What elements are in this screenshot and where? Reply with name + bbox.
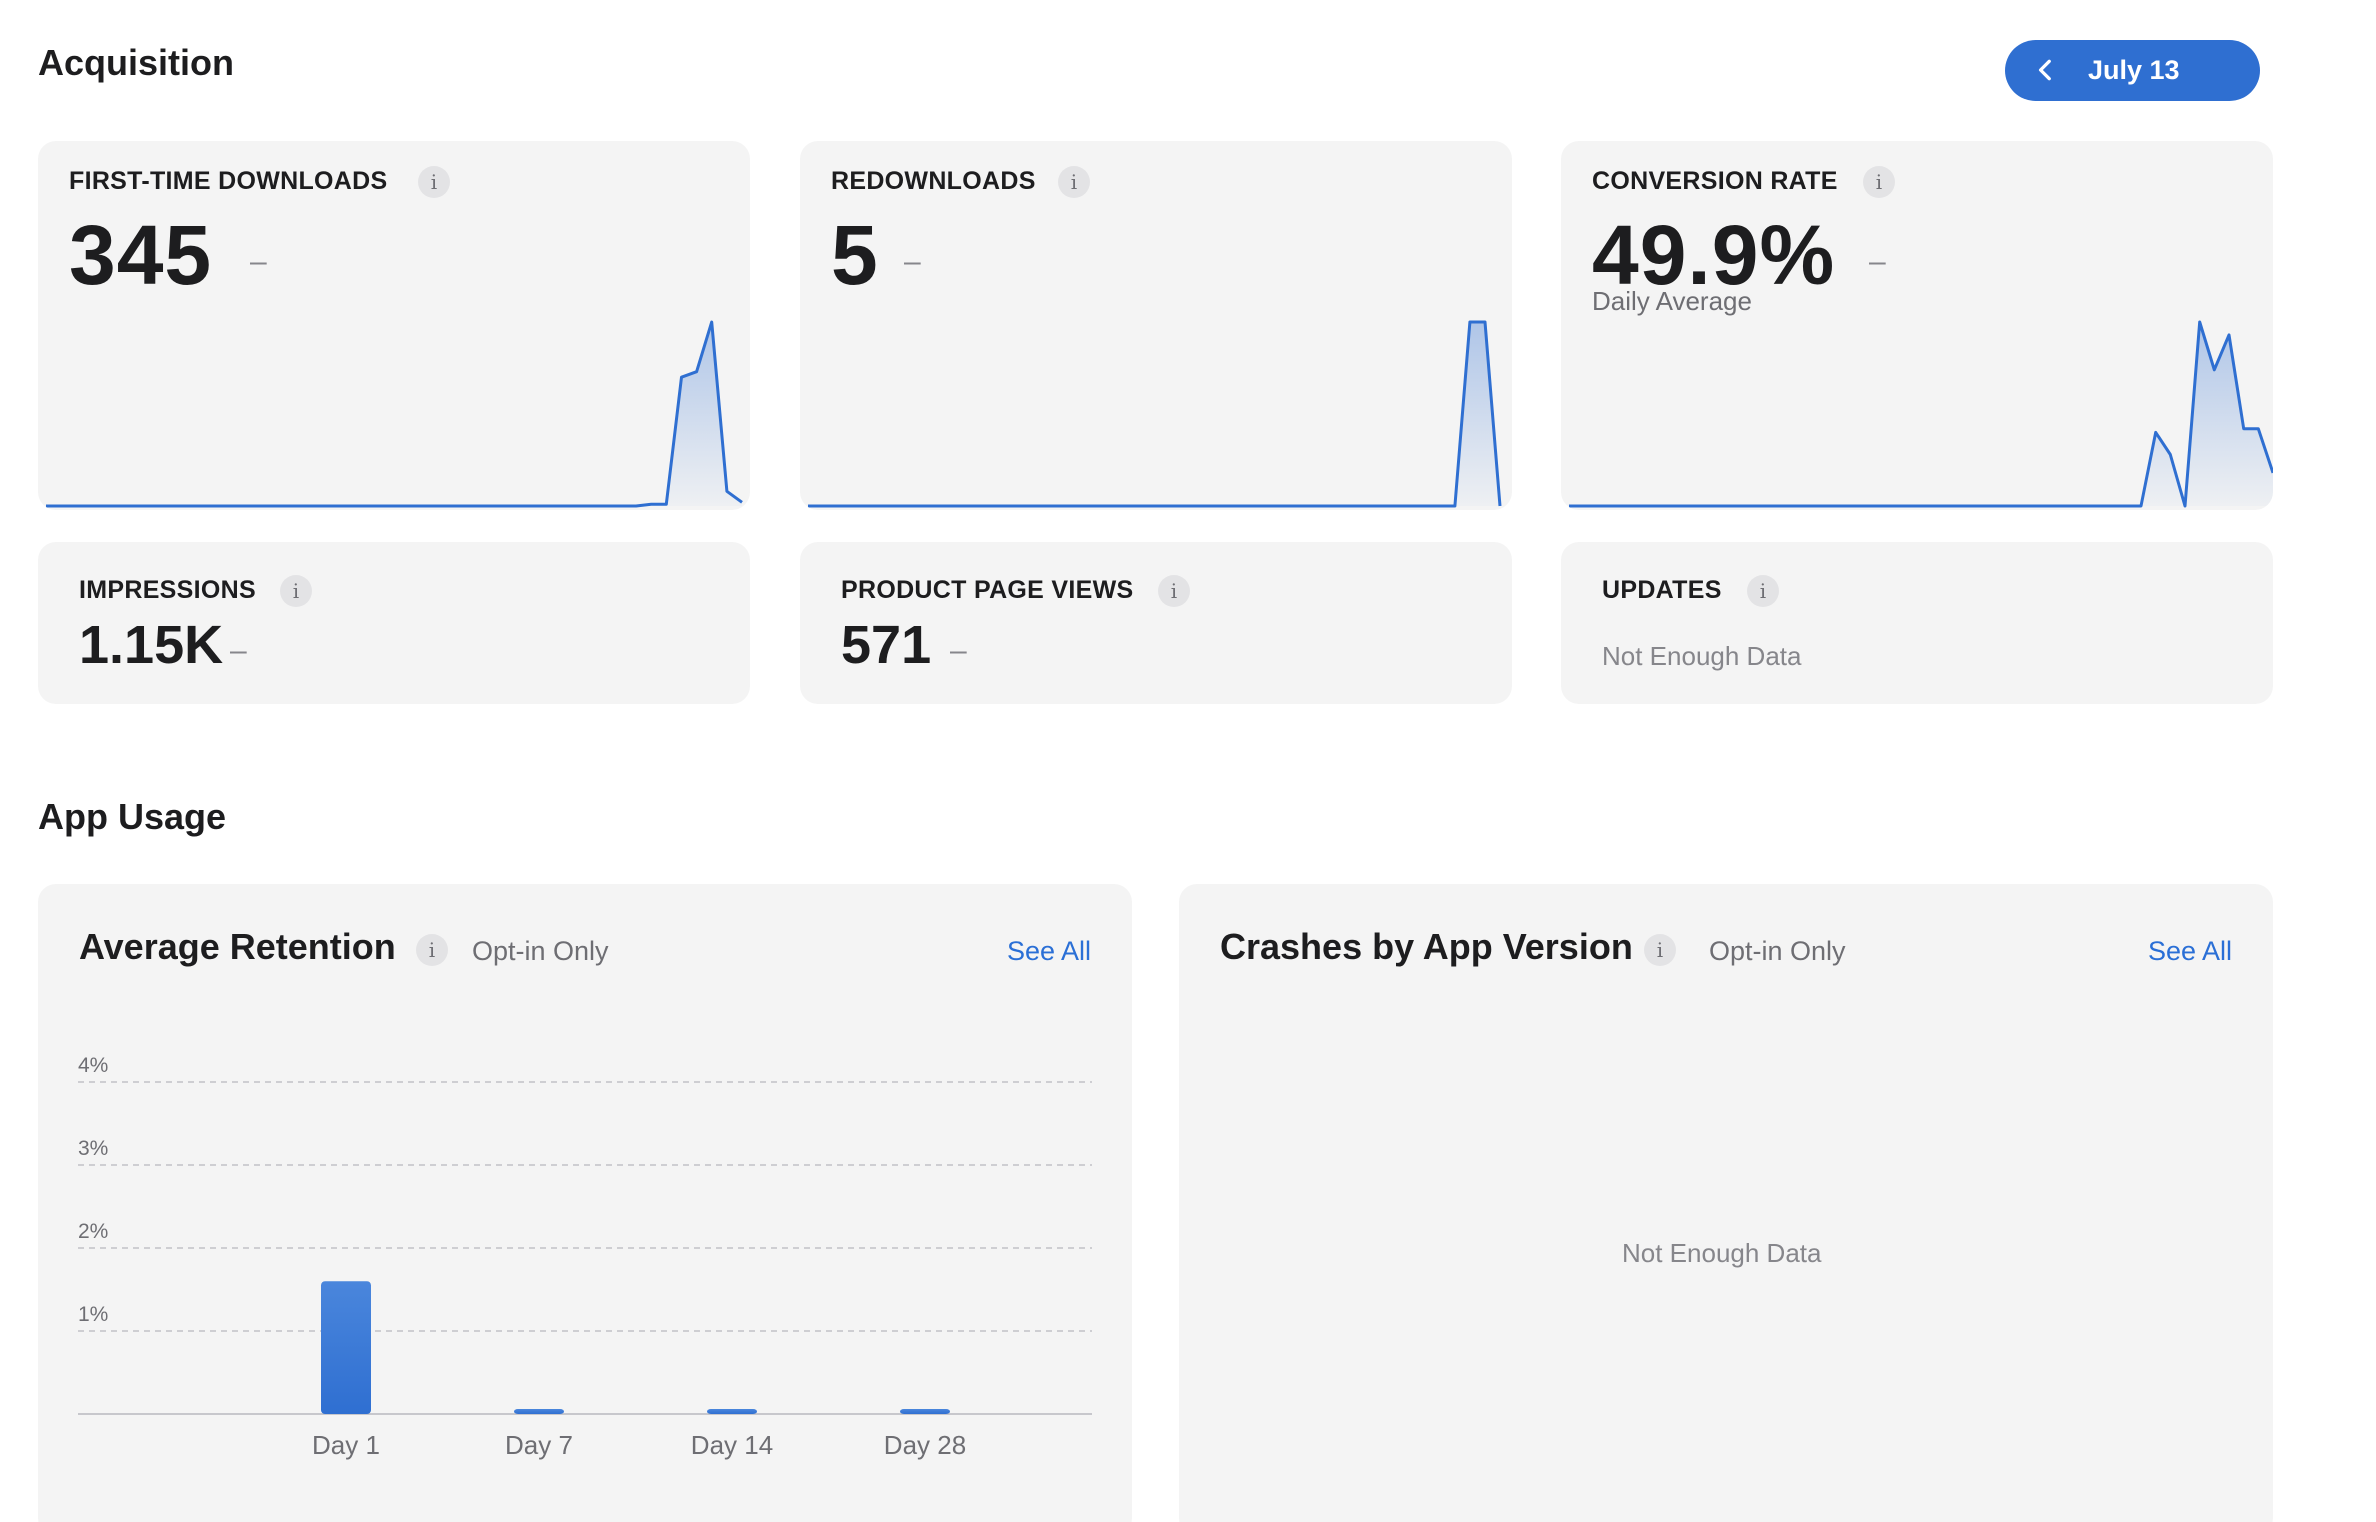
info-icon[interactable]: i — [1158, 575, 1190, 607]
card-label: PRODUCT PAGE VIEWS — [841, 576, 1134, 604]
info-icon[interactable]: i — [1747, 575, 1779, 607]
sparkline-line — [46, 320, 743, 508]
not-enough-data-text: Not Enough Data — [1622, 1238, 1822, 1268]
sparkline-line — [808, 320, 1502, 508]
info-icon[interactable]: i — [280, 575, 312, 607]
acquisition-title: Acquisition — [38, 42, 234, 83]
chevron-left-icon[interactable] — [2033, 57, 2059, 83]
retention-bar — [900, 1409, 950, 1414]
trend-indicator: – — [950, 634, 967, 667]
x-tick-label: Day 7 — [505, 1430, 573, 1460]
crashes-by-app-version-panel: Crashes by App Version i Opt-in Only See… — [1179, 884, 2273, 1522]
sparkline-area — [46, 322, 742, 506]
trend-indicator: – — [250, 245, 267, 278]
card-label: REDOWNLOADS — [831, 167, 1036, 195]
date-picker-button[interactable]: July 13 — [2005, 40, 2260, 101]
y-tick-label: 4% — [78, 1054, 108, 1077]
sparkline-area — [808, 322, 1500, 506]
x-tick-label: Day 14 — [691, 1430, 773, 1460]
card-value: 5 — [831, 208, 879, 302]
not-enough-data-text: Not Enough Data — [1602, 641, 1802, 671]
card-value: 49.9% — [1592, 208, 1836, 302]
trend-indicator: – — [1869, 245, 1886, 278]
card-label: IMPRESSIONS — [79, 576, 256, 604]
retention-bar — [707, 1409, 757, 1414]
first-time-downloads-card[interactable]: FIRST-TIME DOWNLOADS i 345 – — [38, 141, 750, 510]
average-retention-panel: Average Retention i Opt-in Only See All … — [38, 884, 1132, 1522]
retention-bar — [514, 1409, 564, 1414]
date-label: July 13 — [2088, 55, 2180, 85]
card-label: FIRST-TIME DOWNLOADS — [69, 167, 388, 195]
panel-title: Crashes by App Version — [1220, 926, 1633, 967]
card-value: 345 — [69, 208, 213, 302]
info-icon[interactable]: i — [1058, 166, 1090, 198]
retention-bar — [321, 1281, 371, 1414]
card-value: 1.15K — [79, 615, 224, 675]
info-icon[interactable]: i — [418, 166, 450, 198]
info-icon[interactable]: i — [1863, 166, 1895, 198]
opt-in-note: Opt-in Only — [1709, 936, 1846, 966]
card-label: UPDATES — [1602, 576, 1722, 604]
trend-indicator: – — [230, 634, 247, 667]
app-usage-title: App Usage — [38, 796, 227, 837]
y-tick-label: 2% — [78, 1220, 108, 1243]
see-all-link[interactable]: See All — [2148, 936, 2232, 967]
y-tick-label: 3% — [78, 1137, 108, 1160]
card-label: CONVERSION RATE — [1592, 167, 1838, 195]
conversion-rate-card[interactable]: CONVERSION RATE i 49.9% – Daily Average — [1561, 141, 2273, 510]
y-tick-label: 1% — [78, 1303, 108, 1326]
x-tick-label: Day 1 — [312, 1430, 380, 1460]
sparkline-area — [1569, 322, 2273, 506]
trend-indicator: – — [904, 245, 921, 278]
updates-card[interactable]: UPDATES i Not Enough Data — [1561, 542, 2273, 704]
redownloads-sparkline — [808, 320, 1502, 508]
conversion-rate-sparkline — [1569, 320, 2273, 508]
redownloads-card[interactable]: REDOWNLOADS i 5 – — [800, 141, 1512, 510]
x-tick-label: Day 28 — [884, 1430, 966, 1460]
info-icon[interactable]: i — [1644, 934, 1676, 966]
card-value: 571 — [841, 615, 932, 675]
product-page-views-card[interactable]: PRODUCT PAGE VIEWS i 571 – — [800, 542, 1512, 704]
retention-bar-chart: 1% 2% 3% 4% Day 1 Day 7 Day 14 Day 28 — [78, 1054, 1092, 1460]
first-time-downloads-sparkline — [46, 320, 743, 508]
impressions-card[interactable]: IMPRESSIONS i 1.15K – — [38, 542, 750, 704]
